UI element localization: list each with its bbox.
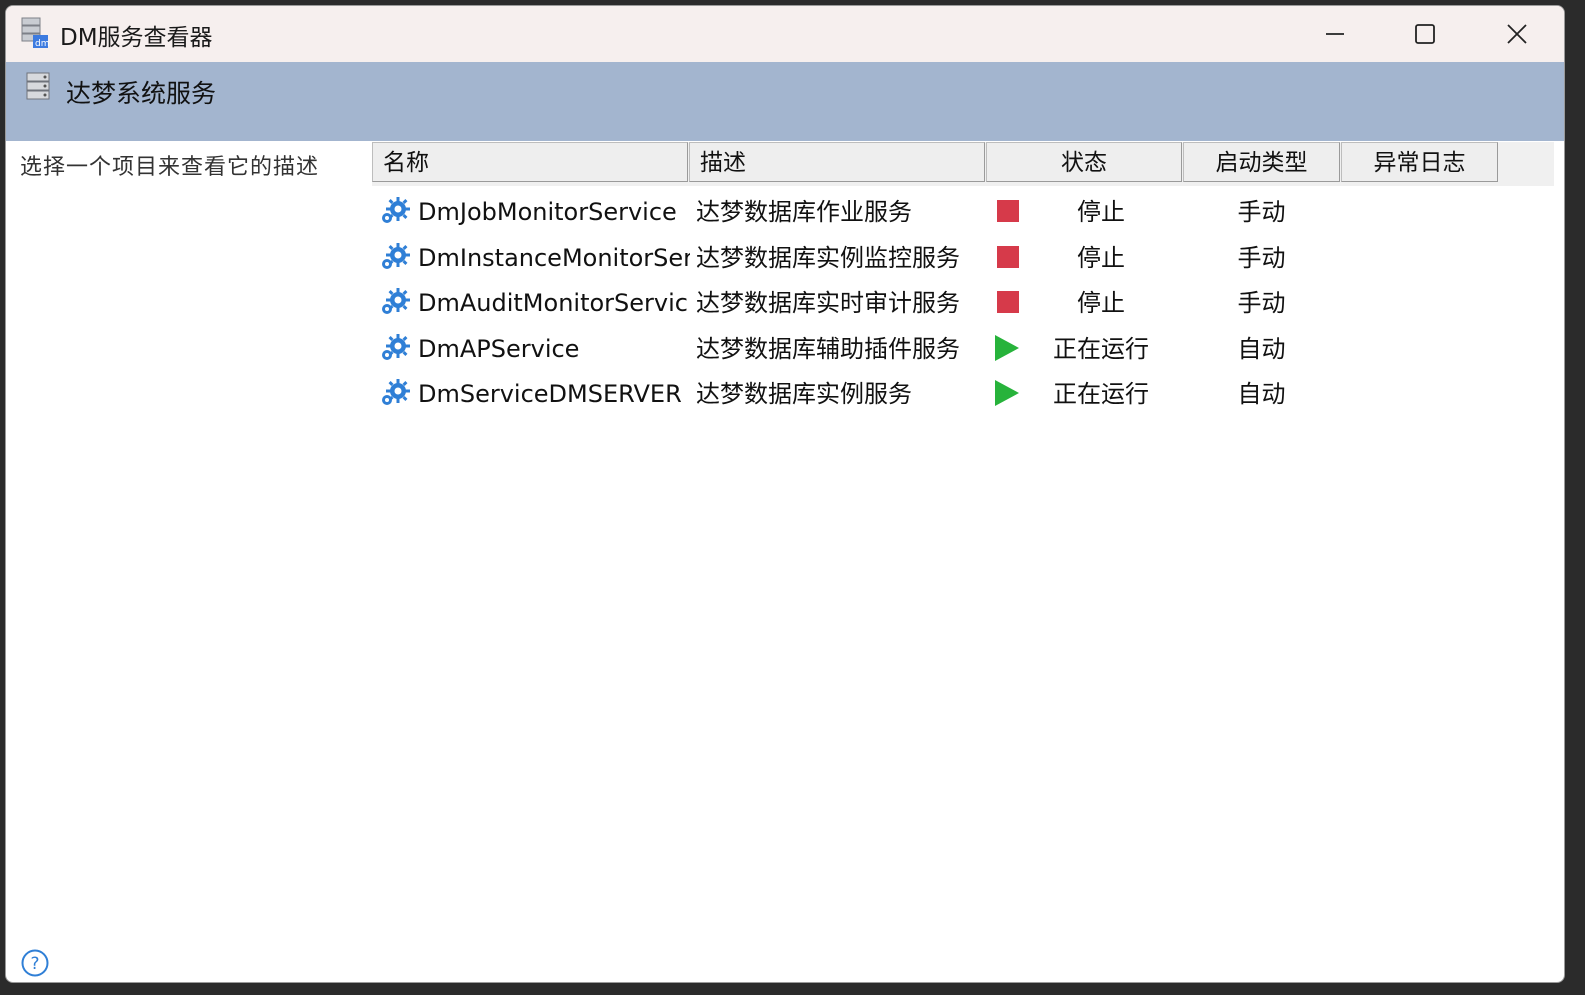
maximize-icon	[1415, 24, 1435, 44]
service-description: 达梦数据库辅助插件服务	[696, 334, 960, 363]
service-status: 正在运行	[1053, 334, 1149, 363]
service-description: 达梦数据库实例服务	[696, 380, 912, 408]
column-header-name[interactable]: 名称	[372, 142, 688, 182]
header-title: 达梦系统服务	[66, 79, 217, 108]
header-band: 达梦系统服务	[6, 62, 1564, 141]
server-app-icon: dm	[21, 17, 49, 49]
maximize-button[interactable]	[1380, 6, 1470, 62]
service-startup-type: 自动	[1237, 334, 1286, 363]
services-list[interactable]: 名称 描述 状态 启动类型 异常日志 DmJobMonitorService 达…	[372, 142, 1554, 842]
service-viewer-window: dm DM服务查看器 达梦系统服务 选择一个项目来查看它的描述 名称 描述 状态	[5, 5, 1565, 983]
service-description: 达梦数据库实例监控服务	[696, 243, 960, 272]
service-status: 停止	[1077, 243, 1125, 272]
service-error-log	[1341, 281, 1498, 325]
service-row[interactable]: DmJobMonitorService 达梦数据库作业服务 停止 手动	[372, 190, 1372, 234]
service-gear-icon	[382, 197, 410, 223]
service-startup-type: 手动	[1237, 198, 1286, 226]
window-title: DM服务查看器	[60, 25, 213, 51]
running-play-icon	[995, 334, 1019, 361]
close-icon	[1507, 24, 1527, 44]
service-gear-icon	[382, 242, 410, 269]
service-status: 停止	[1077, 198, 1125, 226]
title-bar[interactable]: dm DM服务查看器	[6, 6, 1564, 62]
service-name: DmInstanceMonitorSer..	[418, 243, 690, 272]
service-gear-icon	[382, 288, 410, 314]
server-stack-icon	[26, 72, 50, 100]
running-play-icon	[995, 380, 1019, 406]
service-status: 正在运行	[1053, 380, 1149, 408]
service-startup-type: 手动	[1237, 243, 1286, 272]
help-icon[interactable]: ?	[20, 948, 50, 978]
service-description: 达梦数据库实时审计服务	[696, 289, 960, 317]
service-name: DmServiceDMSERVER	[418, 380, 682, 408]
stopped-square-icon	[997, 245, 1019, 268]
service-error-log	[1341, 236, 1498, 280]
service-error-log	[1341, 372, 1498, 416]
description-text: 选择一个项目来查看它的描述	[20, 155, 320, 180]
column-header-error-log[interactable]: 异常日志	[1341, 142, 1498, 182]
service-status: 停止	[1077, 289, 1125, 317]
service-description: 达梦数据库作业服务	[696, 198, 912, 226]
service-error-log	[1341, 327, 1498, 371]
column-header-startup-type[interactable]: 启动类型	[1183, 142, 1340, 182]
stopped-square-icon	[997, 200, 1019, 222]
column-header-status[interactable]: 状态	[986, 142, 1182, 182]
service-row[interactable]: DmInstanceMonitorSer.. 达梦数据库实例监控服务 停止 手动	[372, 236, 1372, 280]
service-name: DmAuditMonitorServic..	[418, 289, 690, 317]
column-header-description[interactable]: 描述	[689, 142, 985, 182]
svg-text:?: ?	[30, 954, 39, 974]
service-gear-icon	[382, 379, 410, 405]
column-header-row: 名称 描述 状态 启动类型 异常日志	[372, 142, 1554, 186]
service-gear-icon	[382, 333, 410, 360]
svg-text:dm: dm	[35, 39, 49, 49]
service-row[interactable]: DmAuditMonitorServic.. 达梦数据库实时审计服务 停止 手动	[372, 281, 1372, 325]
close-button[interactable]	[1472, 6, 1562, 62]
minimize-button[interactable]	[1290, 6, 1380, 62]
service-startup-type: 手动	[1237, 289, 1286, 317]
service-name: DmAPService	[418, 334, 580, 363]
stopped-square-icon	[997, 291, 1019, 313]
service-startup-type: 自动	[1237, 380, 1286, 408]
service-name: DmJobMonitorService	[418, 198, 677, 226]
minimize-icon	[1326, 33, 1344, 35]
service-row[interactable]: DmAPService 达梦数据库辅助插件服务 正在运行 自动	[372, 327, 1372, 371]
service-row[interactable]: DmServiceDMSERVER 达梦数据库实例服务 正在运行 自动	[372, 372, 1372, 416]
service-error-log	[1341, 190, 1498, 234]
